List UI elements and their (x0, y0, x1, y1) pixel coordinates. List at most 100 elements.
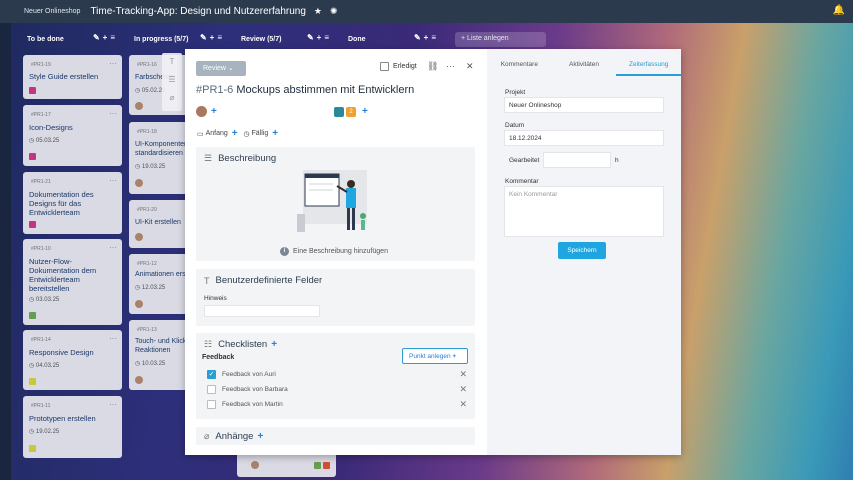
star-icon[interactable]: ★ (314, 6, 322, 17)
add-tag-icon[interactable]: + (362, 106, 368, 117)
delete-icon[interactable]: ✕ (459, 384, 467, 395)
save-button[interactable]: Speichern (558, 242, 606, 259)
checklist-item[interactable]: ✓ Feedback von Auri ✕ (207, 369, 467, 380)
task-detail-main: Review ⌄ Erledigt ⛓ ··· ✕ #PR1-6 Mockups… (185, 49, 487, 455)
task-card[interactable] (237, 455, 336, 477)
notification-bell-icon[interactable]: 🔔 (833, 5, 845, 16)
task-id: #PR1-6 (196, 84, 234, 96)
tab-comments[interactable]: Kommentare (487, 56, 552, 76)
project-label: Projekt (505, 89, 526, 96)
tab-time-tracking[interactable]: Zeiterfassung (616, 56, 682, 76)
more-icon[interactable]: ··· (446, 61, 455, 71)
add-due-date-icon[interactable]: + (272, 128, 278, 139)
task-card[interactable]: #PR1-19 ··· Style Guide erstellen (23, 55, 122, 99)
status-dropdown[interactable]: Review ⌄ (196, 61, 246, 76)
column-title: To be done (27, 35, 64, 43)
column-title: In progress (134, 35, 173, 43)
card-title: Prototypen erstellen (29, 414, 96, 423)
attachment-icon[interactable]: ⌀ (162, 89, 182, 107)
column-header-in-progress[interactable]: In progress (5/7) ✎+≡ (134, 31, 229, 47)
avatar (251, 461, 259, 469)
attachments-section: ⌀ Anhänge + (196, 427, 475, 445)
top-bar: Neuer Onlineshop Time-Tracking-App: Desi… (0, 0, 853, 23)
column-header-review[interactable]: Review (5/7) ✎+≡ (241, 31, 336, 47)
add-checklist-icon[interactable]: + (271, 339, 277, 350)
project-select[interactable]: Neuer Onlineshop (504, 97, 664, 113)
avatar[interactable] (196, 106, 207, 117)
tag-teal[interactable] (334, 106, 344, 117)
clock-icon: ◷ (243, 130, 250, 138)
card-title: Dokumentation des Designs für das Entwic… (29, 190, 94, 217)
due-date-label[interactable]: Fällig (252, 130, 269, 137)
card-menu-icon[interactable]: ··· (109, 400, 117, 409)
card-id: #PR1-18 (137, 129, 157, 135)
column-actions[interactable]: ✎+≡ (307, 33, 332, 42)
tab-activities[interactable]: Aktivitäten (552, 56, 617, 76)
card-date: ◷ 19.02.25 (29, 429, 60, 435)
card-menu-icon[interactable]: ··· (109, 176, 117, 185)
add-description-button[interactable]: i Eine Beschreibung hinzufügen (280, 247, 388, 256)
task-card[interactable]: #PR1-17 ··· Icon-Designs ◷ 05.03.25 (23, 105, 122, 166)
checkbox-icon[interactable] (207, 385, 216, 394)
list-icon[interactable]: ☰ (162, 71, 182, 89)
column-actions[interactable]: ✎+≡ (414, 33, 439, 42)
workspace-name[interactable]: Neuer Onlineshop (24, 8, 80, 15)
add-attachment-icon[interactable]: + (257, 431, 263, 442)
worked-hours-input[interactable] (543, 152, 611, 168)
column-header-done[interactable]: Done ✎+≡ (348, 31, 443, 47)
task-card[interactable]: #PR1-14 ··· Responsive Design ◷ 04.03.25 (23, 330, 122, 390)
column-header-todo[interactable]: To be done ✎+≡ (27, 31, 122, 47)
card-date: ◷ 19.03.25 (135, 164, 166, 170)
card-label-color (29, 312, 36, 319)
checklist-name[interactable]: Feedback (202, 354, 234, 361)
attachment-icon: ⌀ (204, 431, 210, 441)
checkbox-checked-icon[interactable]: ✓ (207, 370, 216, 379)
card-label-color (29, 153, 36, 160)
text-icon[interactable]: T (162, 53, 182, 71)
add-assignee-icon[interactable]: + (211, 106, 217, 117)
comment-textarea[interactable]: Kein Kommentar (504, 186, 664, 237)
hours-unit: h (615, 157, 619, 164)
card-menu-icon[interactable]: ··· (109, 243, 117, 252)
task-card[interactable]: #PR1-13 Touch- und Klick-Reaktionen defi… (129, 320, 189, 390)
status-label: Review (203, 65, 226, 72)
card-id: #PR1-14 (31, 337, 51, 343)
task-card[interactable]: #PR1-18 UI-Komponenten standardisieren ◷… (129, 122, 189, 194)
add-list-button[interactable]: + Liste anlegen (455, 32, 546, 47)
card-menu-icon[interactable]: ··· (109, 334, 117, 343)
task-card[interactable]: #PR1-11 ··· Prototypen erstellen ◷ 19.02… (23, 396, 122, 458)
task-card[interactable]: #PR1-12 Animationen erstellen ◷ 12.03.25 (129, 254, 189, 314)
column-actions[interactable]: ✎+≡ (200, 33, 225, 42)
done-checkbox[interactable]: Erledigt (380, 62, 417, 71)
tag-count[interactable]: 2 (346, 106, 356, 117)
delete-icon[interactable]: ✕ (459, 369, 467, 380)
card-side-toolbar: T ☰ ⌀ (162, 53, 182, 111)
task-card[interactable]: #PR1-10 ··· Nutzer-Flow-Dokumentation de… (23, 239, 122, 325)
add-start-date-icon[interactable]: + (232, 128, 238, 139)
close-icon[interactable]: ✕ (466, 61, 474, 72)
checklist-item[interactable]: Feedback von Martin ✕ (207, 399, 467, 410)
card-title: Responsive Design (29, 348, 94, 357)
checkbox-icon[interactable] (207, 400, 216, 409)
delete-icon[interactable]: ✕ (459, 399, 467, 410)
date-input[interactable]: 18.12.2024 (504, 130, 664, 146)
link-icon[interactable]: ⛓ (427, 61, 438, 72)
start-date-label[interactable]: Anfang (206, 130, 228, 137)
task-card[interactable]: #PR1-20 UI-Kit erstellen (129, 200, 189, 248)
board-title[interactable]: Time-Tracking-App: Design und Nutzererfa… (90, 6, 305, 17)
task-title[interactable]: #PR1-6 Mockups abstimmen mit Entwicklern (196, 84, 414, 96)
checklist-item[interactable]: Feedback von Barbara ✕ (207, 384, 467, 395)
add-item-button[interactable]: Punkt anlegen + (402, 348, 468, 364)
card-menu-icon[interactable]: ··· (109, 59, 117, 68)
attachments-heading: ⌀ Anhänge + (204, 431, 264, 442)
settings-icon[interactable]: ✺ (330, 6, 338, 17)
task-card[interactable]: #PR1-21 ··· Dokumentation des Designs fü… (23, 172, 122, 234)
column-actions[interactable]: ✎+≡ (93, 33, 118, 42)
card-title: Icon-Designs (29, 123, 73, 132)
card-menu-icon[interactable]: ··· (109, 109, 117, 118)
card-date: ◷ 05.03.25 (29, 138, 60, 144)
card-label-color (29, 221, 36, 228)
card-id: #PR1-12 (137, 261, 157, 267)
hinweis-input[interactable] (204, 305, 320, 317)
time-tracking-panel: Kommentare Aktivitäten Zeiterfassung Pro… (487, 49, 682, 455)
